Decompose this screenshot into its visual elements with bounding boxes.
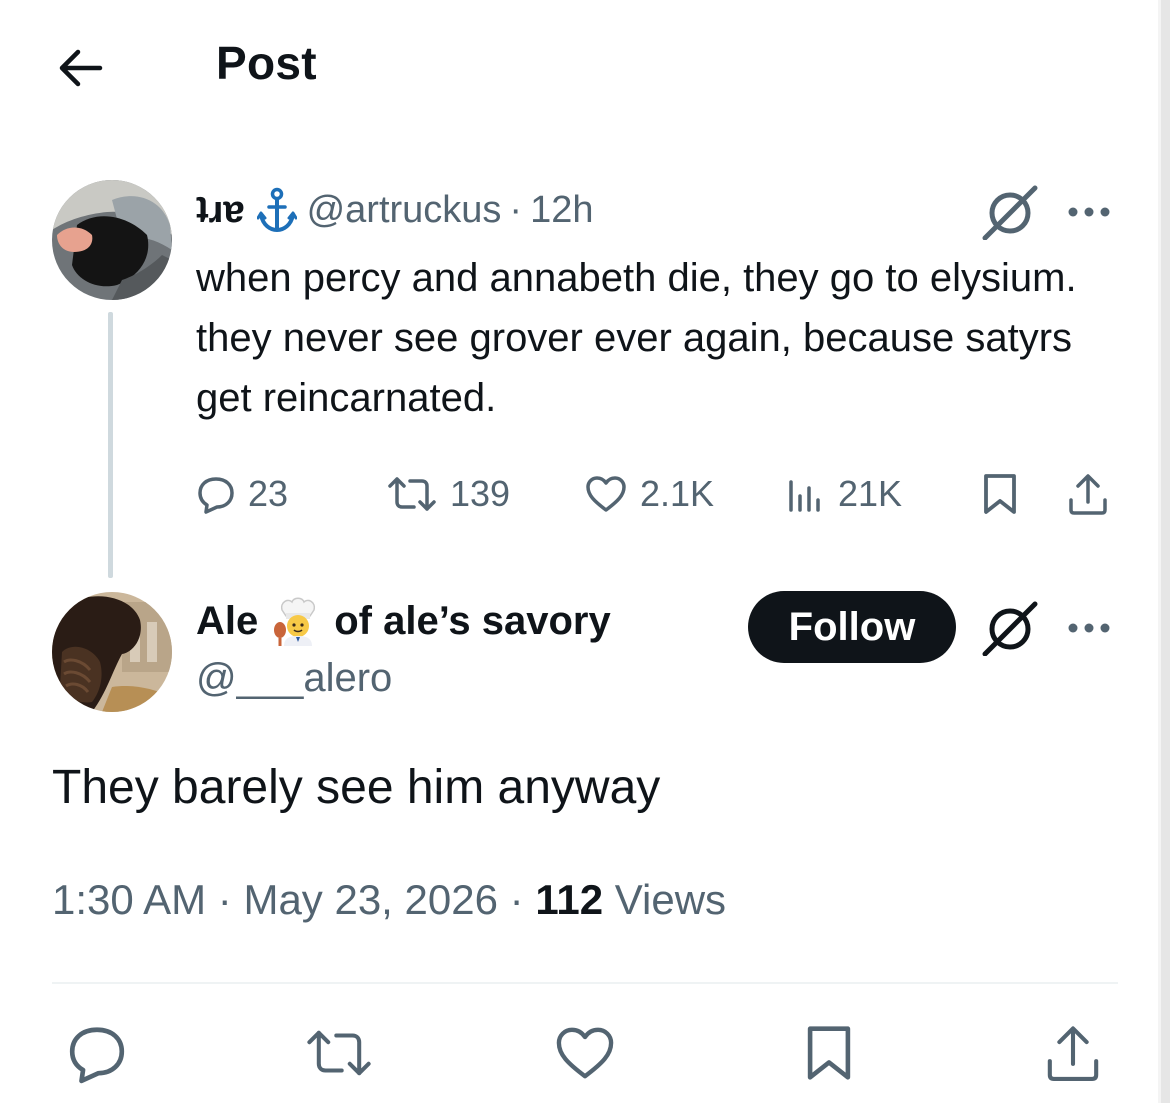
heart-icon	[586, 476, 626, 512]
grok-icon[interactable]	[980, 184, 1040, 240]
bookmark-icon	[807, 1026, 851, 1080]
back-button[interactable]	[52, 40, 108, 96]
heart-icon	[556, 1027, 614, 1079]
separator-dot: ·	[217, 876, 232, 923]
bookmark-button[interactable]	[980, 466, 1020, 522]
reply-author-handle[interactable]: @___alero	[196, 656, 392, 701]
views-count: 21K	[838, 473, 903, 514]
like-count: 2.1K	[640, 473, 715, 514]
post-timestamp[interactable]: 1:30 AM	[52, 876, 206, 923]
post-author-row: ʇɹɐ @artruckus · 12h	[196, 186, 593, 234]
post-time[interactable]: 12h	[530, 189, 593, 232]
scrollbar-track[interactable]	[1158, 0, 1170, 1103]
more-options-icon[interactable]	[1064, 610, 1114, 646]
separator-dot: ·	[509, 876, 524, 923]
post-date[interactable]: May 23, 2026	[243, 876, 498, 923]
views-label: Views	[614, 876, 727, 923]
post-metadata: 1:30 AM · May 23, 2026 · 112 Views	[52, 876, 726, 924]
reply-author-name-end: of ale’s savory	[334, 598, 611, 643]
reply-author-display-name[interactable]: Ale of ale’s savory	[196, 596, 611, 646]
bookmark-button[interactable]	[794, 1018, 864, 1088]
avatar[interactable]	[52, 180, 172, 300]
like-button[interactable]	[550, 1018, 620, 1088]
share-button[interactable]	[1066, 466, 1110, 522]
cook-icon	[272, 596, 320, 646]
grok-icon[interactable]	[980, 600, 1040, 656]
repost-button[interactable]: 139	[386, 466, 510, 522]
repost-button[interactable]	[304, 1018, 374, 1088]
reply-icon	[198, 477, 234, 514]
author-display-name[interactable]: ʇɹɐ	[196, 189, 245, 232]
repost-count: 139	[450, 473, 511, 514]
author-handle[interactable]: @artruckus	[307, 189, 502, 232]
divider	[52, 982, 1118, 984]
anchor-icon	[256, 187, 297, 233]
page-title: Post	[216, 37, 317, 89]
post-text: when percy and annabeth die, they go to …	[196, 256, 1077, 420]
separator-dot: ·	[509, 188, 523, 231]
back-arrow-icon	[59, 49, 103, 87]
post-action-bar: 23 139 2.1K 21K	[196, 466, 1126, 522]
follow-button[interactable]: Follow	[748, 591, 956, 663]
share-icon	[1069, 474, 1107, 515]
bookmark-icon	[984, 474, 1016, 514]
top-bar: Post	[0, 0, 1158, 130]
analytics-icon	[789, 480, 820, 512]
avatar[interactable]	[52, 592, 172, 712]
more-options-icon[interactable]	[1064, 194, 1114, 230]
avatar-image	[52, 592, 172, 712]
reply-button[interactable]: 23	[196, 466, 288, 522]
share-icon	[1047, 1026, 1099, 1081]
reply-text: They barely see him anyway	[52, 761, 661, 814]
avatar-image	[52, 180, 172, 300]
reply-count: 23	[248, 473, 289, 514]
views-total: 112	[535, 876, 604, 923]
repost-icon	[307, 1030, 371, 1076]
reply-author-name-start: Ale	[196, 598, 259, 643]
repost-icon	[388, 477, 436, 511]
reply-icon	[69, 1027, 125, 1084]
reply-button[interactable]	[62, 1018, 132, 1088]
reply-action-bar	[0, 1018, 1158, 1088]
views-button[interactable]: 21K	[786, 466, 902, 522]
thread-connector	[108, 312, 113, 578]
share-button[interactable]	[1038, 1018, 1108, 1088]
like-button[interactable]: 2.1K	[584, 466, 714, 522]
